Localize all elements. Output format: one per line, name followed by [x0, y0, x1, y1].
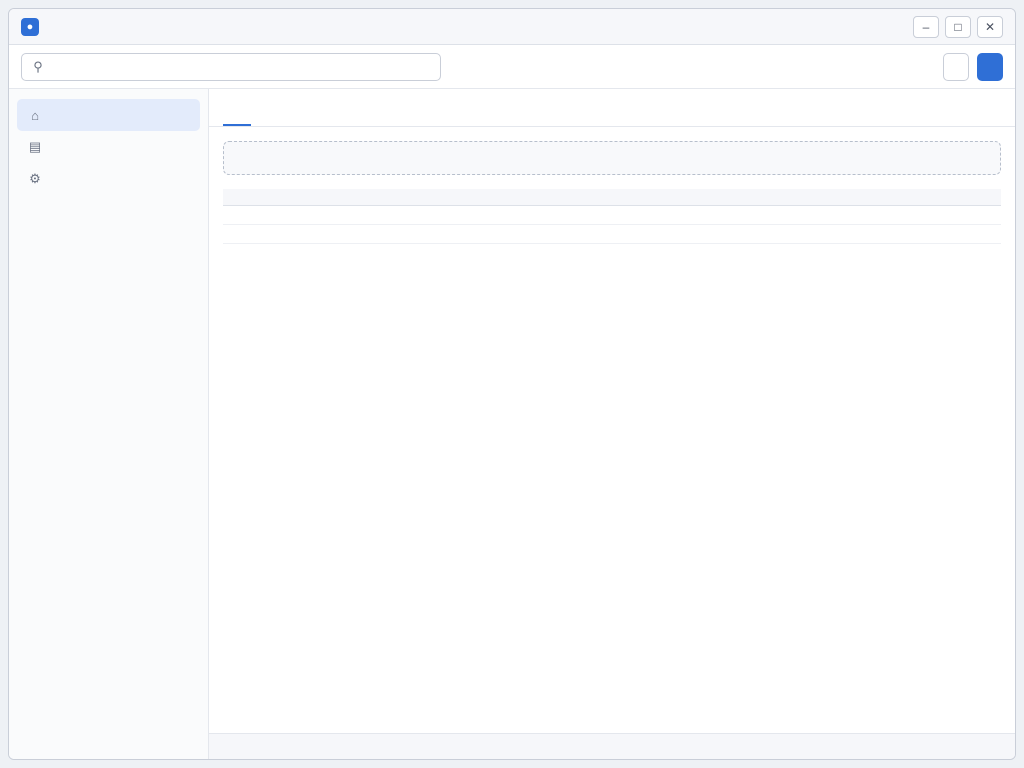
table-cell — [741, 205, 1001, 225]
app-window: ● – □ ✕ ⚲ ⌂ ▤ ⚙ — [8, 8, 1016, 760]
app-body: ⌂ ▤ ⚙ — [9, 89, 1015, 759]
maximize-icon[interactable]: □ — [945, 15, 971, 38]
content-area — [209, 127, 1015, 733]
table-cell — [741, 224, 1001, 244]
toolbar: ⚲ — [9, 45, 1015, 89]
search-input[interactable] — [52, 59, 432, 74]
window-controls: – □ ✕ — [913, 15, 1003, 38]
gear-icon: ⚙ — [29, 171, 41, 186]
data-table — [223, 189, 1001, 244]
main-panel — [209, 89, 1015, 759]
table-row[interactable] — [223, 205, 1001, 225]
tab-0[interactable] — [223, 108, 251, 126]
table-cell — [482, 205, 742, 225]
tab-1[interactable] — [255, 108, 283, 126]
sidebar-item-1[interactable]: ▤ — [17, 131, 200, 163]
search-box[interactable]: ⚲ — [21, 52, 441, 81]
sidebar-item-2[interactable]: ⚙ — [17, 163, 200, 195]
column-header[interactable] — [482, 189, 742, 206]
column-header[interactable] — [223, 189, 483, 206]
table-cell — [482, 224, 742, 244]
table-header-row — [223, 189, 1001, 206]
sidebar: ⌂ ▤ ⚙ — [9, 89, 209, 759]
refresh-button[interactable] — [943, 52, 969, 81]
table-cell — [223, 205, 483, 225]
new-button[interactable] — [977, 52, 1003, 81]
table-cell — [223, 224, 483, 244]
app-logo-icon: ● — [21, 17, 39, 36]
close-icon[interactable]: ✕ — [977, 15, 1003, 38]
tab-strip — [209, 89, 1015, 127]
status-bar — [209, 733, 1015, 759]
home-icon: ⌂ — [31, 107, 39, 123]
table-row[interactable] — [223, 224, 1001, 244]
sidebar-item-0[interactable]: ⌂ — [17, 99, 200, 131]
minimize-icon[interactable]: – — [913, 15, 939, 38]
notice-panel — [223, 141, 1001, 175]
column-header[interactable] — [741, 189, 1001, 206]
folder-icon: ▤ — [28, 139, 42, 154]
search-icon: ⚲ — [33, 58, 43, 74]
title-bar: ● – □ ✕ — [9, 9, 1015, 45]
